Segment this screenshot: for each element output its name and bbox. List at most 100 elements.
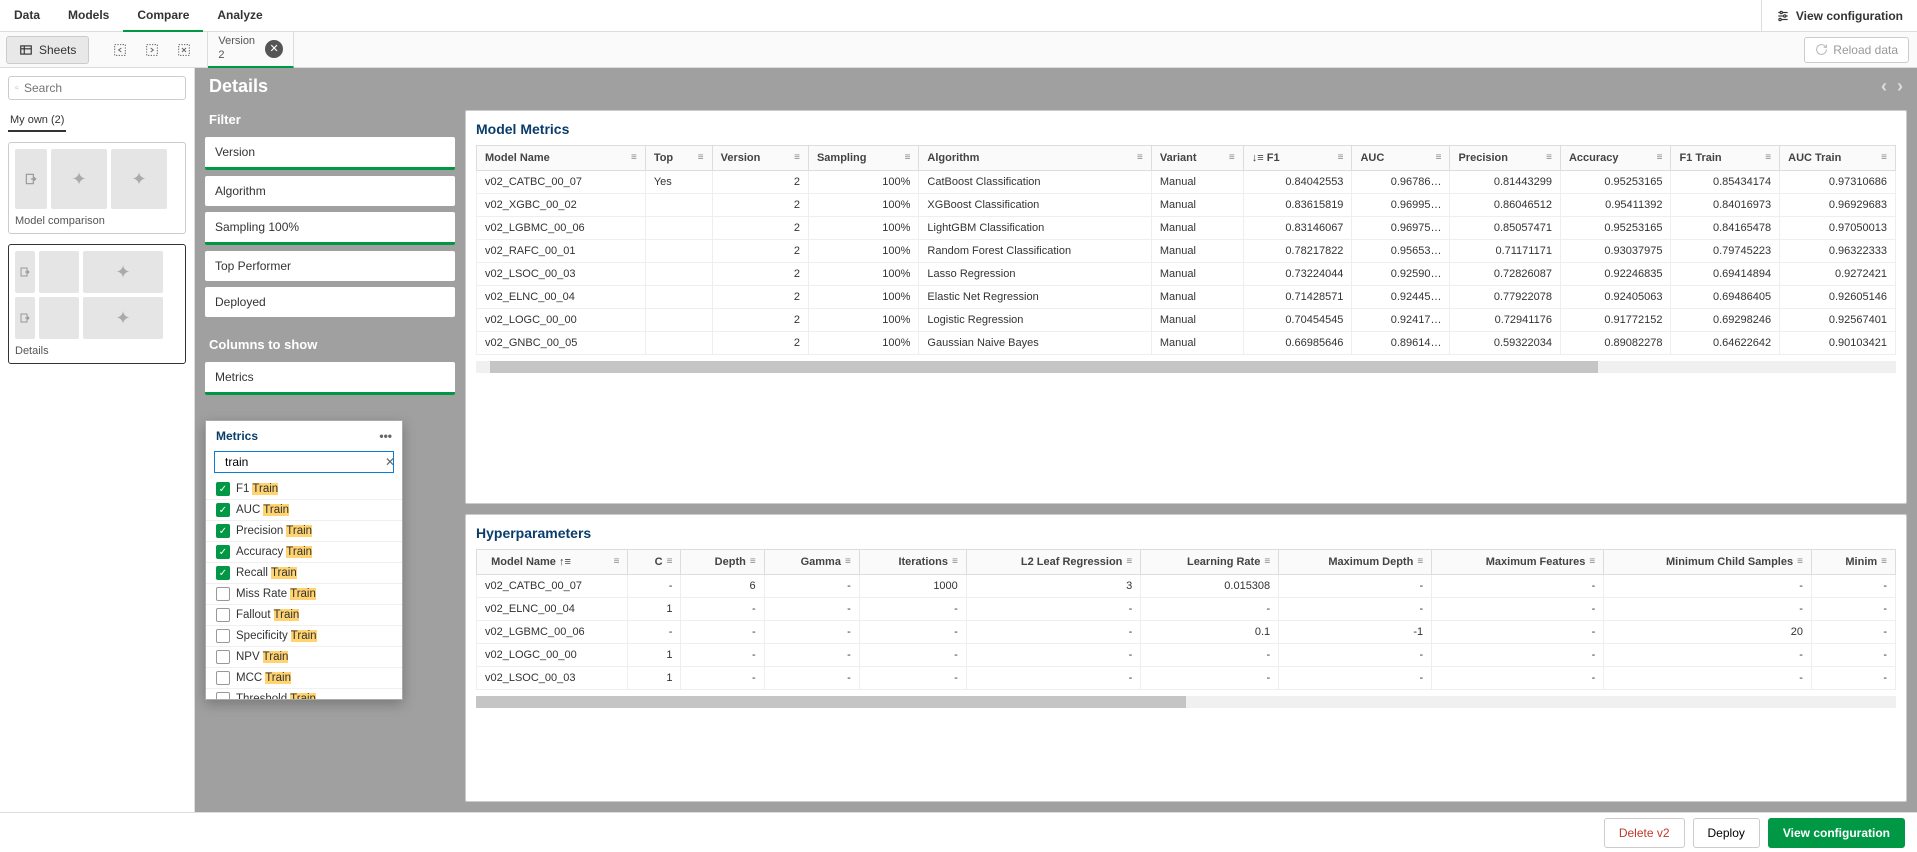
column-header[interactable]: ≡ Depth [681,550,764,575]
view-configuration-button[interactable]: View configuration [1768,818,1905,848]
metric-option[interactable]: ✓Precision Train [206,521,402,542]
filter-pill[interactable]: Deployed [205,287,455,317]
metric-option[interactable]: ✓Recall Train [206,563,402,584]
column-menu-icon[interactable]: ≡ [1797,556,1803,567]
column-menu-icon[interactable]: ≡ [952,556,958,567]
column-menu-icon[interactable]: ≡ [667,556,673,567]
column-header[interactable]: ≡ Maximum Features [1432,550,1604,575]
close-icon[interactable]: ✕ [265,40,283,58]
column-menu-icon[interactable]: ≡ [1126,556,1132,567]
table-row[interactable]: v02_CATBC_00_07-6-100030.015308---- [477,575,1896,598]
metric-option[interactable]: Fallout Train [206,605,402,626]
column-header[interactable]: ≡ Minimum Child Samples [1604,550,1812,575]
column-menu-icon[interactable]: ≡ [1765,152,1771,163]
column-header[interactable]: ≡ Maximum Depth [1279,550,1432,575]
reload-data-button[interactable]: Reload data [1804,37,1909,63]
filter-pill[interactable]: Algorithm [205,176,455,206]
column-menu-icon[interactable]: ≡ [1589,556,1595,567]
column-menu-icon[interactable]: ≡ [614,556,620,567]
column-header[interactable]: ≡ Minim [1811,550,1895,575]
metric-option[interactable]: Threshold Train [206,689,402,699]
column-header[interactable]: AUC≡ [1352,146,1450,171]
table-row[interactable]: v02_CATBC_00_07Yes2100%CatBoost Classifi… [477,171,1896,194]
sheets-button[interactable]: Sheets [6,36,89,64]
table-row[interactable]: v02_LSOC_00_032100%Lasso RegressionManua… [477,263,1896,286]
hyperparameters-table[interactable]: ≡ Model Name ↑≡≡ C≡ Depth≡ Gamma≡ Iterat… [476,549,1896,690]
column-menu-icon[interactable]: ≡ [1881,556,1887,567]
table-row[interactable]: v02_ELNC_00_042100%Elastic Net Regressio… [477,286,1896,309]
column-menu-icon[interactable]: ≡ [1657,152,1663,163]
table-row[interactable]: v02_LOGC_00_002100%Logistic RegressionMa… [477,309,1896,332]
column-menu-icon[interactable]: ≡ [750,556,756,567]
column-header[interactable]: Precision≡ [1450,146,1560,171]
column-header[interactable]: Model Name≡ [477,146,646,171]
metric-option[interactable]: Specificity Train [206,626,402,647]
sheet-thumb-details[interactable]: ✦ ✦ Details [8,244,186,364]
column-header[interactable]: Accuracy≡ [1560,146,1671,171]
sheet-thumb-model-comparison[interactable]: ✦ ✦ Model comparison [8,142,186,234]
topnav-models[interactable]: Models [54,0,123,32]
search-input[interactable] [24,81,179,95]
column-header[interactable]: ≡ Iterations [859,550,966,575]
version-tab[interactable]: Version 2 ✕ [208,32,294,68]
metric-option[interactable]: ✓AUC Train [206,500,402,521]
column-menu-icon[interactable]: ≡ [1137,152,1143,163]
column-header[interactable]: Version≡ [712,146,808,171]
columns-metrics-pill[interactable]: Metrics [205,362,455,395]
column-menu-icon[interactable]: ≡ [1546,152,1552,163]
more-icon[interactable]: ••• [379,429,392,443]
deploy-button[interactable]: Deploy [1693,818,1760,848]
column-menu-icon[interactable]: ≡ [1264,556,1270,567]
column-header[interactable]: ≡ Gamma [764,550,859,575]
metric-option[interactable]: ✓Accuracy Train [206,542,402,563]
my-own-label[interactable]: My own (2) [8,110,66,132]
h-scrollbar[interactable] [476,361,1896,373]
prev-sheet-icon[interactable]: ‹ [1881,76,1887,97]
column-header[interactable]: Algorithm≡ [919,146,1151,171]
filter-pill[interactable]: Version [205,137,455,170]
selection-clear-icon[interactable] [175,41,193,59]
column-menu-icon[interactable]: ≡ [1229,152,1235,163]
column-header[interactable]: Variant≡ [1151,146,1243,171]
column-header[interactable]: ≡ C [628,550,681,575]
table-row[interactable]: v02_ELNC_00_041--------- [477,598,1896,621]
table-row[interactable]: v02_LGBMC_00_06-----0.1-1-20- [477,621,1896,644]
table-row[interactable]: v02_LOGC_00_001--------- [477,644,1896,667]
selection-back-icon[interactable] [111,41,129,59]
topnav-analyze[interactable]: Analyze [203,0,276,32]
column-menu-icon[interactable]: ≡ [794,152,800,163]
view-configuration-link[interactable]: View configuration [1761,0,1917,32]
column-header[interactable]: ≡ L2 Leaf Regression [966,550,1140,575]
next-sheet-icon[interactable]: › [1897,76,1903,97]
column-header[interactable]: ≡ Learning Rate [1141,550,1279,575]
sheet-search[interactable] [8,76,186,100]
table-row[interactable]: v02_LGBMC_00_062100%LightGBM Classificat… [477,217,1896,240]
column-menu-icon[interactable]: ≡ [845,556,851,567]
column-header[interactable]: ↓≡ F1≡ [1243,146,1352,171]
metric-option[interactable]: ✓F1 Train [206,479,402,500]
column-menu-icon[interactable]: ≡ [698,152,704,163]
popup-search-input[interactable] [225,455,380,469]
column-menu-icon[interactable]: ≡ [1881,152,1887,163]
filter-pill[interactable]: Sampling 100% [205,212,455,245]
metric-option[interactable]: NPV Train [206,647,402,668]
topnav-data[interactable]: Data [0,0,54,32]
table-row[interactable]: v02_LSOC_00_031--------- [477,667,1896,690]
column-menu-icon[interactable]: ≡ [631,152,637,163]
column-header[interactable]: F1 Train≡ [1671,146,1780,171]
column-menu-icon[interactable]: ≡ [1338,152,1344,163]
column-menu-icon[interactable]: ≡ [1417,556,1423,567]
table-row[interactable]: v02_RAFC_00_012100%Random Forest Classif… [477,240,1896,263]
column-header[interactable]: ≡ Model Name ↑≡ [477,550,628,575]
h-scrollbar[interactable] [476,696,1896,708]
popup-search[interactable]: ✕ [214,451,394,473]
column-header[interactable]: Top≡ [645,146,712,171]
table-row[interactable]: v02_XGBC_00_022100%XGBoost Classificatio… [477,194,1896,217]
topnav-compare[interactable]: Compare [123,0,203,32]
column-header[interactable]: AUC Train≡ [1780,146,1896,171]
column-header[interactable]: Sampling≡ [808,146,918,171]
delete-button[interactable]: Delete v2 [1604,818,1685,848]
clear-search-icon[interactable]: ✕ [385,455,395,469]
table-row[interactable]: v02_GNBC_00_052100%Gaussian Naive BayesM… [477,332,1896,355]
filter-pill[interactable]: Top Performer [205,251,455,281]
